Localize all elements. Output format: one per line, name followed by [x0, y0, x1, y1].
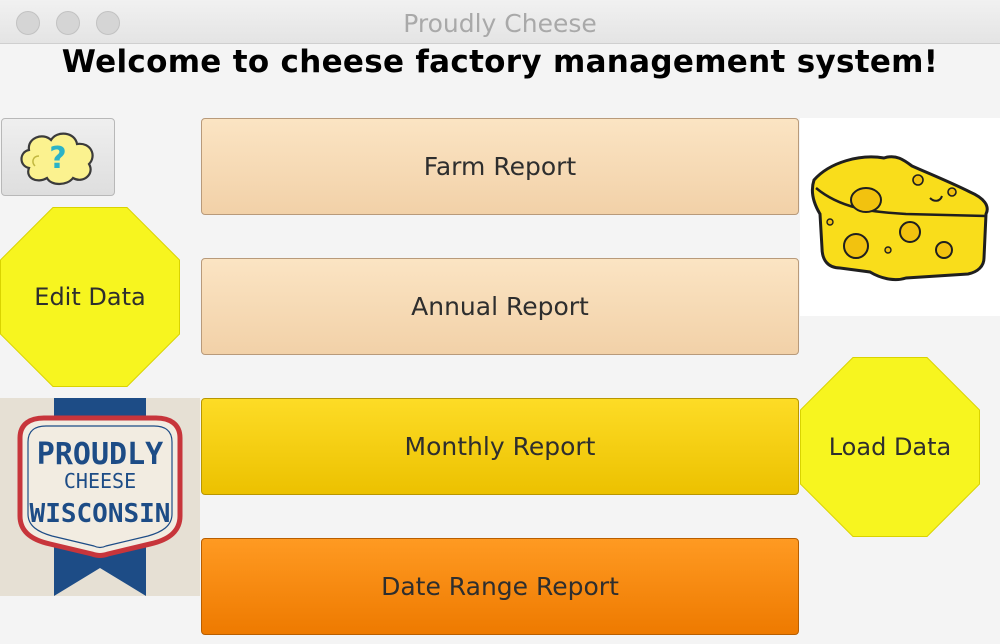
annual-report-button[interactable]: Annual Report: [201, 258, 799, 355]
window-title: Proudly Cheese: [403, 9, 597, 38]
logo-line-3: WISCONSIN: [30, 499, 171, 529]
welcome-heading: Welcome to cheese factory management sys…: [61, 44, 939, 80]
logo-line-1: PROUDLY: [37, 437, 163, 472]
question-cloud-icon: ?: [20, 132, 94, 186]
wisconsin-cheese-logo-icon: PROUDLY CHEESE WISCONSIN: [0, 398, 200, 596]
farm-report-button[interactable]: Farm Report: [201, 118, 799, 215]
question-glyph: ?: [49, 141, 66, 176]
annual-report-label: Annual Report: [411, 292, 589, 321]
load-data-label: Load Data: [828, 433, 952, 461]
title-bar: Proudly Cheese: [0, 0, 1000, 44]
help-button[interactable]: ?: [1, 118, 115, 196]
cheese-wedge-icon: [810, 155, 989, 282]
date-range-report-button[interactable]: Date Range Report: [201, 538, 799, 635]
monthly-report-button[interactable]: Monthly Report: [201, 398, 799, 495]
app-window: Proudly Cheese Welcome to cheese factory…: [0, 0, 1000, 644]
edit-data-label: Edit Data: [34, 283, 146, 311]
cheese-image: [800, 118, 1000, 316]
monthly-report-label: Monthly Report: [404, 432, 596, 461]
date-range-report-label: Date Range Report: [381, 572, 619, 601]
edit-data-button[interactable]: Edit Data: [0, 207, 180, 387]
load-data-button[interactable]: Load Data: [800, 357, 980, 537]
proudly-wisconsin-cheese-logo: PROUDLY CHEESE WISCONSIN: [0, 398, 200, 596]
logo-line-2: CHEESE: [64, 469, 136, 493]
farm-report-label: Farm Report: [423, 152, 577, 181]
